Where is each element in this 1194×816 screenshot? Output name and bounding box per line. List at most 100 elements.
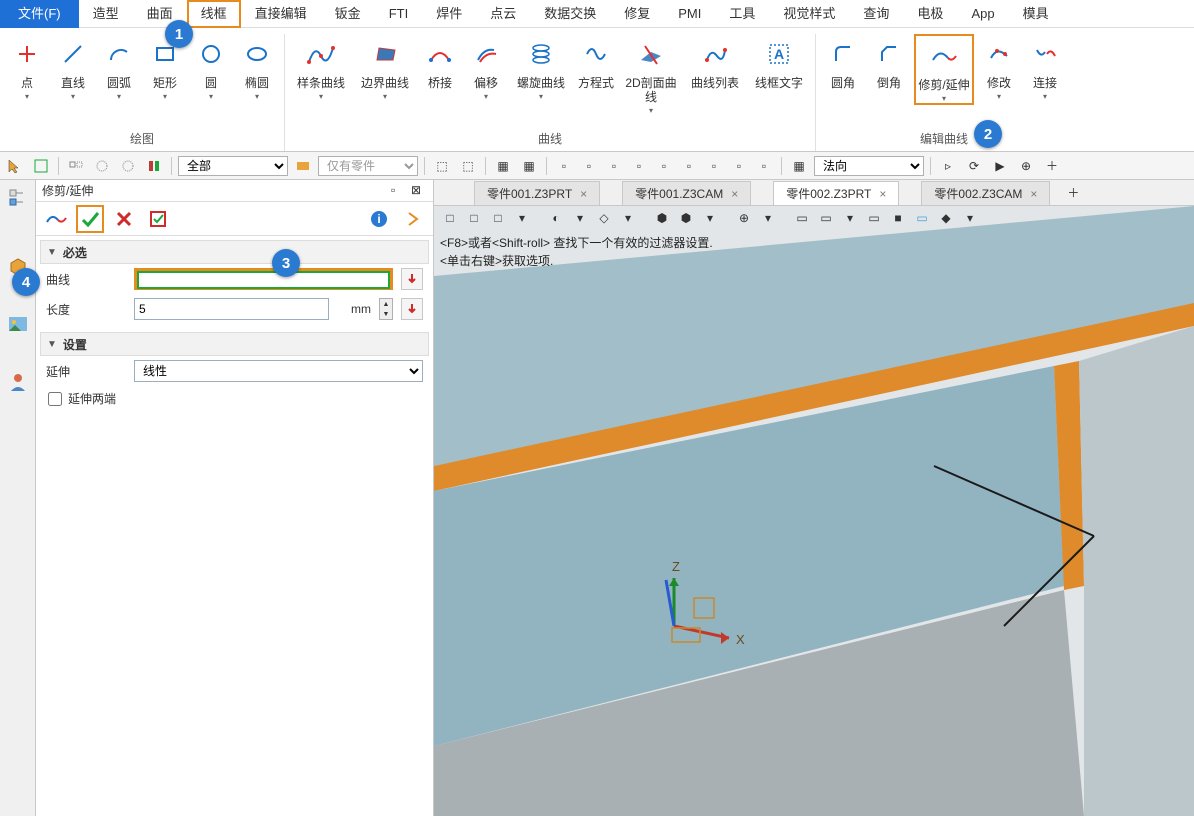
toolbar-icon[interactable]: ＋ xyxy=(1041,155,1063,177)
panel-restore-icon[interactable]: ▫ xyxy=(391,183,407,199)
toolbar-icon[interactable]: ▦ xyxy=(518,155,540,177)
rbtn-spline[interactable]: 样条曲线▾ xyxy=(291,34,351,115)
rbtn-equation[interactable]: 方程式 xyxy=(575,34,617,115)
vp-tool-icon[interactable]: □ xyxy=(440,208,460,228)
tab[interactable]: 零件001.Z3CAM× xyxy=(622,181,751,205)
pick-button[interactable] xyxy=(401,268,423,290)
vp-tool-icon[interactable]: ⊕ xyxy=(734,208,754,228)
expand-button[interactable] xyxy=(399,205,427,233)
toolbar-icon[interactable] xyxy=(292,155,314,177)
panel-close-icon[interactable]: ⊠ xyxy=(411,183,427,199)
vp-tool-icon[interactable]: ⬢ xyxy=(652,208,672,228)
rbtn-line[interactable]: 直线▾ xyxy=(52,34,94,101)
toolbar-icon[interactable]: ⊕ xyxy=(1015,155,1037,177)
vp-tool-icon[interactable]: ▾ xyxy=(960,208,980,228)
vp-tool-icon[interactable]: ▾ xyxy=(758,208,778,228)
apply-button[interactable] xyxy=(144,205,172,233)
rbtn-connect[interactable]: 连接▾ xyxy=(1024,34,1066,105)
input-length[interactable] xyxy=(134,298,329,320)
rbtn-bridge[interactable]: 桥接 xyxy=(419,34,461,115)
vp-tool-icon[interactable]: □ xyxy=(488,208,508,228)
close-icon[interactable]: × xyxy=(580,187,587,201)
spinner[interactable]: ▲▼ xyxy=(379,298,393,320)
vp-tool-icon[interactable]: ▭ xyxy=(792,208,812,228)
menu-item[interactable]: 数据交换 xyxy=(530,0,610,28)
tab-active[interactable]: 零件002.Z3PRT× xyxy=(773,181,899,205)
vp-tool-icon[interactable]: ▭ xyxy=(864,208,884,228)
rail-user-icon[interactable] xyxy=(4,368,32,396)
toolbar-icon[interactable]: ▦ xyxy=(788,155,810,177)
vp-tool-icon[interactable]: ◇ xyxy=(594,208,614,228)
vp-tool-icon[interactable]: ▾ xyxy=(618,208,638,228)
menu-item[interactable]: 点云 xyxy=(476,0,530,28)
cancel-button[interactable] xyxy=(110,205,138,233)
filter-icon[interactable] xyxy=(143,155,165,177)
menu-file[interactable]: 文件(F) xyxy=(0,0,79,28)
close-icon[interactable]: × xyxy=(879,187,886,201)
filter-icon[interactable] xyxy=(65,155,87,177)
menu-item-wireframe[interactable]: 线框 xyxy=(187,0,241,28)
menu-item[interactable]: 查询 xyxy=(849,0,903,28)
input-curve[interactable] xyxy=(137,271,390,289)
rbtn-fillet[interactable]: 圆角 xyxy=(822,34,864,105)
checkbox-both-ends[interactable]: 延伸两端 xyxy=(40,386,429,411)
cursor-icon[interactable] xyxy=(4,155,26,177)
menu-item[interactable]: 焊件 xyxy=(422,0,476,28)
rbtn-circle[interactable]: 圆▾ xyxy=(190,34,232,101)
filter-icon[interactable] xyxy=(117,155,139,177)
close-icon[interactable]: × xyxy=(1030,187,1037,201)
toolbar-icon[interactable]: ▫ xyxy=(728,155,750,177)
rbtn-arc[interactable]: 圆弧▾ xyxy=(98,34,140,101)
dir-select[interactable]: 法向 xyxy=(814,156,924,176)
menu-item[interactable]: 造型 xyxy=(79,0,133,28)
viewport[interactable]: □ □ □ ▾ ◐ ▾ ◇ ▾ ⬢ ⬢ ▾ ⊕ ▾ ▭ ▭ ▾ ▭ xyxy=(434,206,1194,816)
info-button[interactable]: i xyxy=(365,205,393,233)
toolbar-icon[interactable]: ▫ xyxy=(753,155,775,177)
rbtn-chamfer[interactable]: 倒角 xyxy=(868,34,910,105)
rbtn-curvelist[interactable]: 曲线列表 xyxy=(685,34,745,115)
menu-item[interactable]: 电极 xyxy=(903,0,957,28)
tab[interactable]: 零件002.Z3CAM× xyxy=(921,181,1050,205)
toolbar-icon[interactable]: ▫ xyxy=(553,155,575,177)
menu-item[interactable]: 钣金 xyxy=(321,0,375,28)
ok-button[interactable] xyxy=(76,205,104,233)
toolbar-icon[interactable]: ⬚ xyxy=(431,155,453,177)
toolbar-icon[interactable]: ⟳ xyxy=(963,155,985,177)
toolbar-icon[interactable]: ▫ xyxy=(678,155,700,177)
toolbar-icon[interactable]: ▶ xyxy=(989,155,1011,177)
vp-tool-icon[interactable]: ▾ xyxy=(700,208,720,228)
vp-tool-icon[interactable]: ◆ xyxy=(936,208,956,228)
toolbar-icon[interactable]: ▫ xyxy=(628,155,650,177)
menu-item[interactable]: 视觉样式 xyxy=(769,0,849,28)
close-icon[interactable]: × xyxy=(731,187,738,201)
menu-item[interactable]: 直接编辑 xyxy=(241,0,321,28)
rbtn-text[interactable]: A 线框文字 xyxy=(749,34,809,115)
rbtn-helix[interactable]: 螺旋曲线▾ xyxy=(511,34,571,115)
rbtn-ellipse[interactable]: 椭圆▾ xyxy=(236,34,278,101)
vp-tool-icon[interactable]: ▭ xyxy=(912,208,932,228)
rail-image-icon[interactable] xyxy=(4,310,32,338)
filter-icon[interactable] xyxy=(91,155,113,177)
select-mode-icon[interactable] xyxy=(30,155,52,177)
rbtn-offset[interactable]: 偏移▾ xyxy=(465,34,507,115)
toolbar-icon[interactable]: ▦ xyxy=(492,155,514,177)
vp-tool-icon[interactable]: ■ xyxy=(888,208,908,228)
select-extend[interactable]: 线性 xyxy=(134,360,423,382)
toolbar-icon[interactable]: ⬚ xyxy=(457,155,479,177)
rbtn-boundary[interactable]: 边界曲线▾ xyxy=(355,34,415,115)
cmd-icon[interactable] xyxy=(42,205,70,233)
vp-tool-icon[interactable]: ⬢ xyxy=(676,208,696,228)
menu-item[interactable]: 模具 xyxy=(1009,0,1063,28)
vp-tool-icon[interactable]: ▾ xyxy=(512,208,532,228)
tab[interactable]: 零件001.Z3PRT× xyxy=(474,181,600,205)
menu-item[interactable]: PMI xyxy=(664,0,715,28)
vp-tool-icon[interactable]: ▾ xyxy=(570,208,590,228)
filter-select-2[interactable]: 仅有零件 xyxy=(318,156,418,176)
toolbar-icon[interactable]: ▹ xyxy=(937,155,959,177)
vp-tool-icon[interactable]: □ xyxy=(464,208,484,228)
menu-item[interactable]: 修复 xyxy=(610,0,664,28)
pick-button[interactable] xyxy=(401,298,423,320)
rbtn-point[interactable]: 点▾ xyxy=(6,34,48,101)
toolbar-icon[interactable]: ▫ xyxy=(703,155,725,177)
rbtn-modify[interactable]: 修改▾ xyxy=(978,34,1020,105)
